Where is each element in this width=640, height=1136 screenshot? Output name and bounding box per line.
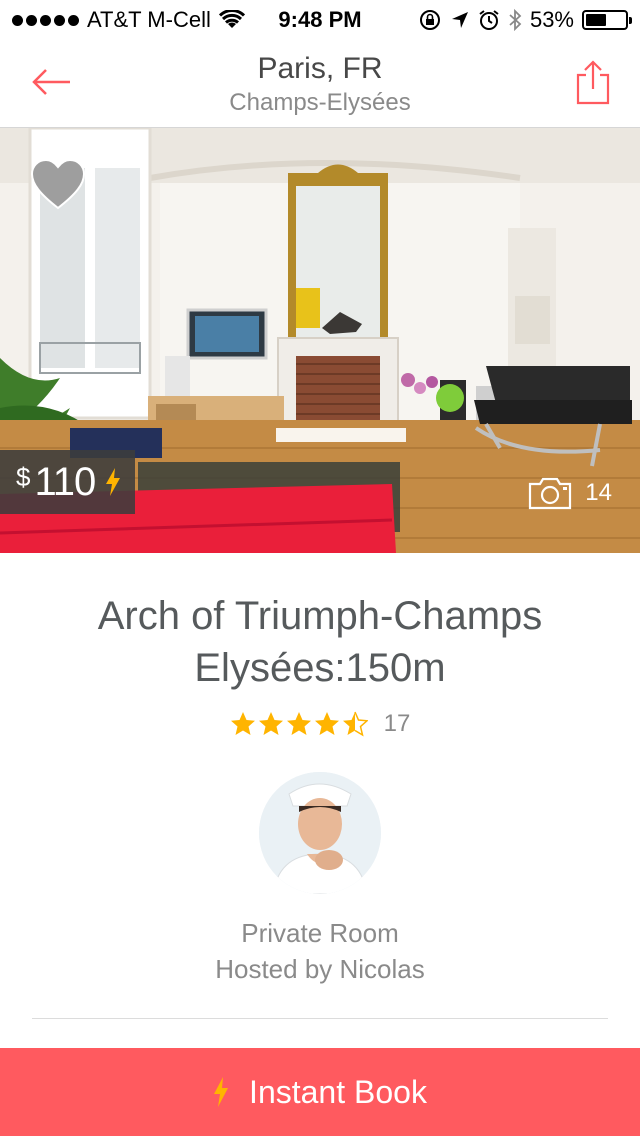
price-tag: $ 110: [0, 450, 136, 514]
wifi-icon: [218, 10, 245, 28]
photo-count[interactable]: 14: [527, 476, 612, 510]
nav-titles: Paris, FR Champs-Elysées: [120, 50, 520, 118]
battery-icon: [582, 10, 632, 30]
back-button[interactable]: [26, 60, 76, 104]
location-icon: [451, 12, 468, 28]
review-count: 17: [383, 710, 411, 737]
star-rating[interactable]: 17: [0, 710, 640, 738]
price-currency: $: [16, 461, 31, 492]
status-left: AT&T M-Cell: [12, 7, 245, 33]
star-icon: [314, 712, 339, 735]
battery-percent: 53%: [529, 7, 574, 32]
room-type: Private Room: [241, 918, 399, 948]
carrier-label: AT&T M-Cell: [87, 7, 211, 32]
host-name: Hosted by Nicolas: [215, 954, 425, 984]
heart-icon[interactable]: [30, 158, 86, 210]
star-icon: [286, 712, 311, 735]
signal-dots-icon: [12, 14, 79, 26]
lightning-bolt-icon: [214, 1077, 229, 1107]
lightning-bolt-icon: [106, 468, 121, 496]
page-subtitle: Champs-Elysées: [229, 89, 411, 116]
host-avatar[interactable]: [259, 772, 381, 894]
page-title: Paris, FR: [257, 52, 383, 85]
lock-rotation-icon: [419, 10, 440, 30]
star-icon: [230, 712, 255, 735]
alarm-icon: [479, 10, 499, 30]
divider: [32, 1018, 608, 1019]
battery-fill: [586, 14, 607, 26]
share-button[interactable]: [570, 56, 616, 108]
star-icon: [258, 712, 283, 735]
bluetooth-icon: [509, 8, 522, 32]
photo-count-label: 14: [585, 479, 612, 506]
instant-book-button[interactable]: Instant Book: [0, 1048, 640, 1136]
instant-book-label: Instant Book: [249, 1073, 427, 1110]
camera-icon: [529, 477, 572, 510]
listing-title: Arch of Triumph-Champs Elysées:150m: [97, 594, 543, 690]
host-photo-image: [259, 772, 381, 894]
price-amount: 110: [34, 459, 96, 504]
status-bar: AT&T M-Cell 9:48 PM 53%: [0, 0, 640, 40]
status-right: 53%: [418, 7, 632, 33]
nav-bar: Paris, FR Champs-Elysées: [0, 40, 640, 128]
half-star-icon: [342, 711, 368, 737]
back-arrow-icon: [32, 69, 70, 95]
share-icon: [576, 60, 610, 105]
listing-photo[interactable]: $ 110 14: [0, 128, 640, 553]
